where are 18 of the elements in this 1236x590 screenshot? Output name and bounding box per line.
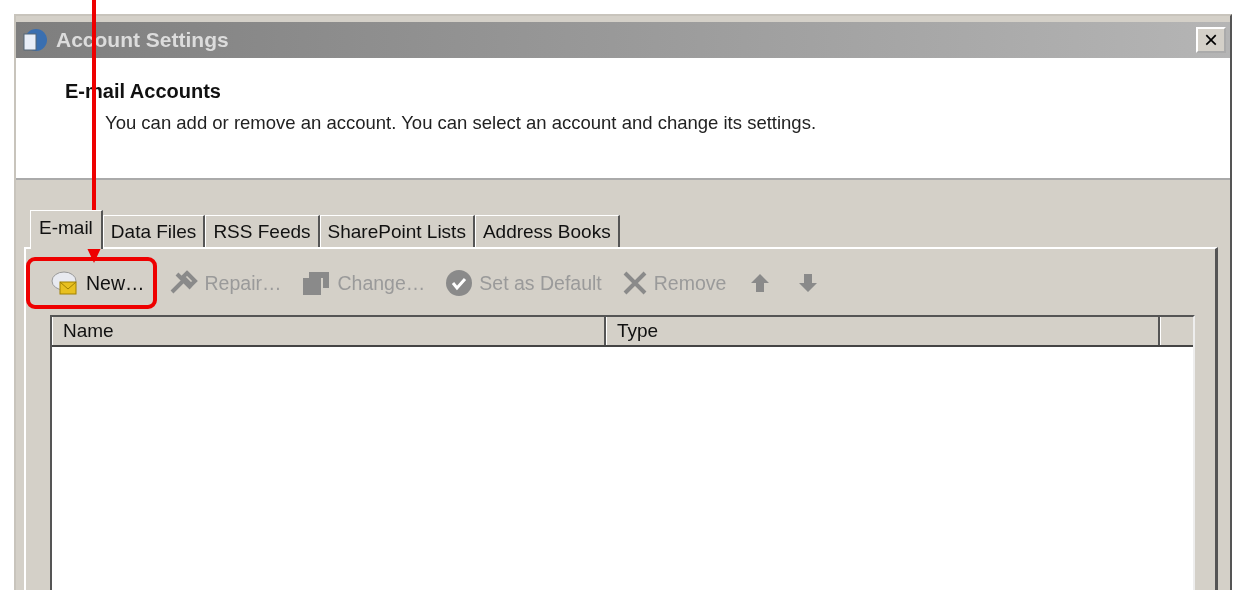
tab[interactable]: RSS Feeds <box>205 215 320 247</box>
up-arrow-icon <box>750 273 771 293</box>
toolbar-button[interactable]: New… <box>50 269 145 297</box>
column-header[interactable]: Name <box>52 317 606 345</box>
tab[interactable]: Address Books <box>474 215 620 247</box>
card-icon <box>301 270 332 296</box>
section-description: You can add or remove an account. You can select an account and change its settings. <box>105 112 818 134</box>
envelope-icon <box>50 269 80 297</box>
tab[interactable]: SharePoint Lists <box>319 215 475 247</box>
tab[interactable]: Data Files <box>102 215 206 247</box>
tab[interactable]: E-mail <box>30 210 103 249</box>
accounts-icon <box>20 26 50 54</box>
check-icon <box>445 269 474 297</box>
down-arrow-icon <box>798 273 819 293</box>
tools-icon <box>168 270 199 296</box>
x-icon <box>621 270 648 296</box>
column-header[interactable]: Type <box>606 317 1160 345</box>
close-button[interactable]: × <box>1196 27 1226 53</box>
